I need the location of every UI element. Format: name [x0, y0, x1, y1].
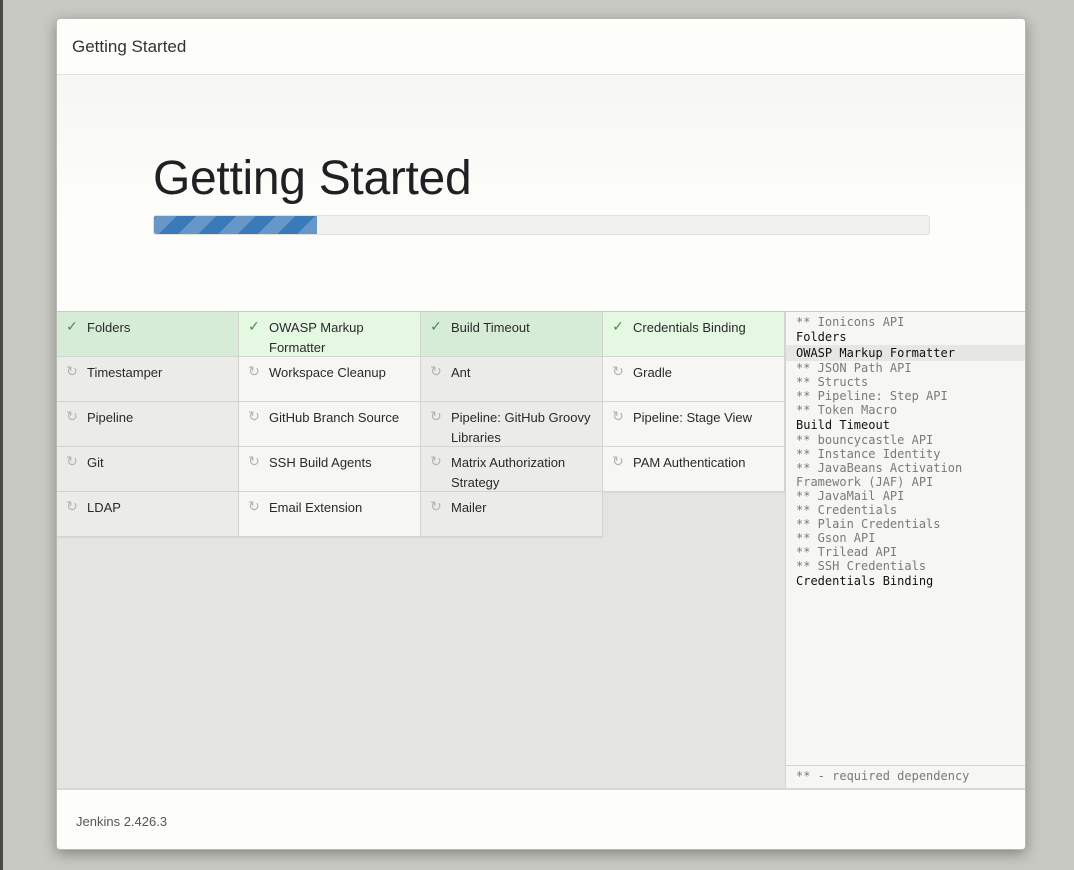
spinner-icon: ↻: [430, 408, 442, 424]
spinner-icon: ↻: [612, 453, 624, 469]
plugin-name: Timestamper: [87, 365, 163, 380]
log-line: OWASP Markup Formatter: [786, 345, 1025, 361]
plugin-item: ↻ Matrix Authorization Strategy: [421, 447, 603, 492]
install-body: ✓ Folders ✓ OWASP Markup Formatter ✓ Build Ti…: [57, 312, 1025, 788]
plugin-item: ↻ Pipeline: [57, 402, 239, 447]
log-line: ** JavaBeans Activation: [796, 461, 963, 475]
dialog-header: Getting Started: [57, 19, 1025, 75]
plugin-item: ↻ LDAP: [57, 492, 239, 537]
plugin-item: ↻ Email Extension: [239, 492, 421, 537]
install-progress-bar: [153, 215, 930, 235]
plugin-name: Mailer: [451, 500, 487, 515]
plugin-item: ✓ Folders: [57, 312, 239, 357]
log-line: ** Instance Identity: [796, 447, 941, 461]
plugin-item: ↻ PAM Authentication: [603, 447, 785, 492]
check-icon: ✓: [430, 318, 442, 334]
log-line: ** Structs: [796, 375, 869, 389]
spinner-icon: ↻: [430, 363, 442, 379]
plugin-name: OWASP Markup Formatter: [269, 320, 364, 355]
spinner-icon: ↻: [66, 408, 78, 424]
page-title: Getting Started: [153, 152, 472, 205]
log-line: ** JSON Path API: [796, 361, 912, 375]
check-icon: ✓: [248, 318, 260, 334]
plugin-name: Workspace Cleanup: [269, 365, 386, 380]
install-log: ** Ionicons API Folders OWASP Markup Forma…: [786, 315, 1025, 589]
plugin-name: Folders: [87, 320, 131, 335]
plugin-name: LDAP: [87, 500, 121, 515]
plugin-name: Git: [87, 455, 104, 470]
plugin-item: ↻ GitHub Branch Source: [239, 402, 421, 447]
spinner-icon: ↻: [66, 498, 78, 514]
dialog-footer: Jenkins 2.426.3: [57, 788, 1025, 849]
plugin-item: ↻ SSH Build Agents: [239, 447, 421, 492]
log-line: ** Gson API: [796, 531, 876, 545]
plugin-name: GitHub Branch Source: [269, 410, 400, 425]
plugin-name: Gradle: [633, 365, 673, 380]
log-legend: ** - required dependency: [786, 765, 1025, 788]
spinner-icon: ↻: [248, 363, 260, 379]
log-line: Build Timeout: [796, 418, 890, 432]
plugin-name: Pipeline: [87, 410, 134, 425]
spinner-icon: ↻: [248, 408, 260, 424]
log-line: ** Trilead API: [796, 545, 898, 559]
plugin-item: ↻ Git: [57, 447, 239, 492]
plugin-grid: ✓ Folders ✓ OWASP Markup Formatter ✓ Build Ti…: [57, 312, 785, 537]
plugin-name: Pipeline: Stage View: [633, 410, 753, 425]
plugin-name: SSH Build Agents: [269, 455, 372, 470]
plugin-item: ↻ Mailer: [421, 492, 603, 537]
plugin-item: ✓ Build Timeout: [421, 312, 603, 357]
jenkins-version: Jenkins 2.426.3: [76, 814, 168, 829]
check-icon: ✓: [66, 318, 78, 334]
check-icon: ✓: [612, 318, 624, 334]
log-line: ** bouncycastle API: [796, 433, 934, 447]
dialog-title: Getting Started: [72, 37, 187, 56]
log-line: Folders: [796, 330, 847, 344]
log-line: ** Token Macro: [796, 403, 898, 417]
log-line: ** SSH Credentials: [796, 559, 927, 573]
plugin-name: Matrix Authorization Strategy: [451, 455, 566, 490]
plugin-name: PAM Authentication: [633, 455, 746, 470]
log-line: Framework (JAF) API: [796, 475, 934, 489]
plugin-item: ✓ OWASP Markup Formatter: [239, 312, 421, 357]
plugin-item: ↻ Pipeline: Stage View: [603, 402, 785, 447]
log-line: Credentials Binding: [796, 574, 934, 588]
plugin-name: Pipeline: GitHub Groovy Libraries: [451, 410, 591, 445]
install-progress-fill: [154, 216, 317, 234]
spinner-icon: ↻: [612, 363, 624, 379]
plugin-name: Credentials Binding: [633, 320, 746, 335]
log-line: ** JavaMail API: [796, 489, 905, 503]
setup-wizard-dialog: Getting Started Getting Started ✓ Folders…: [56, 18, 1026, 850]
spinner-icon: ↻: [248, 453, 260, 469]
log-line: ** Ionicons API: [796, 315, 905, 329]
spinner-icon: ↻: [430, 498, 442, 514]
plugin-item: ↻ Workspace Cleanup: [239, 357, 421, 402]
plugin-item: ↻ Ant: [421, 357, 603, 402]
spinner-icon: ↻: [430, 453, 442, 469]
plugin-list-area: ✓ Folders ✓ OWASP Markup Formatter ✓ Build Ti…: [57, 312, 785, 788]
plugin-name: Ant: [451, 365, 471, 380]
plugin-item: ↻ Timestamper: [57, 357, 239, 402]
spinner-icon: ↻: [66, 453, 78, 469]
plugin-item: ✓ Credentials Binding: [603, 312, 785, 357]
spinner-icon: ↻: [66, 363, 78, 379]
hero-section: Getting Started: [57, 75, 1025, 312]
plugin-name: Email Extension: [269, 500, 363, 515]
log-line: ** Credentials: [796, 503, 898, 517]
log-line: ** Plain Credentials: [796, 517, 941, 531]
log-line: ** Pipeline: Step API: [796, 389, 948, 403]
spinner-icon: ↻: [248, 498, 260, 514]
plugin-item: ↻ Gradle: [603, 357, 785, 402]
install-log-panel[interactable]: ** Ionicons API Folders OWASP Markup Forma…: [785, 312, 1025, 788]
window-edge: [0, 0, 3, 870]
spinner-icon: ↻: [612, 408, 624, 424]
plugin-item: ↻ Pipeline: GitHub Groovy Libraries: [421, 402, 603, 447]
plugin-name: Build Timeout: [451, 320, 530, 335]
